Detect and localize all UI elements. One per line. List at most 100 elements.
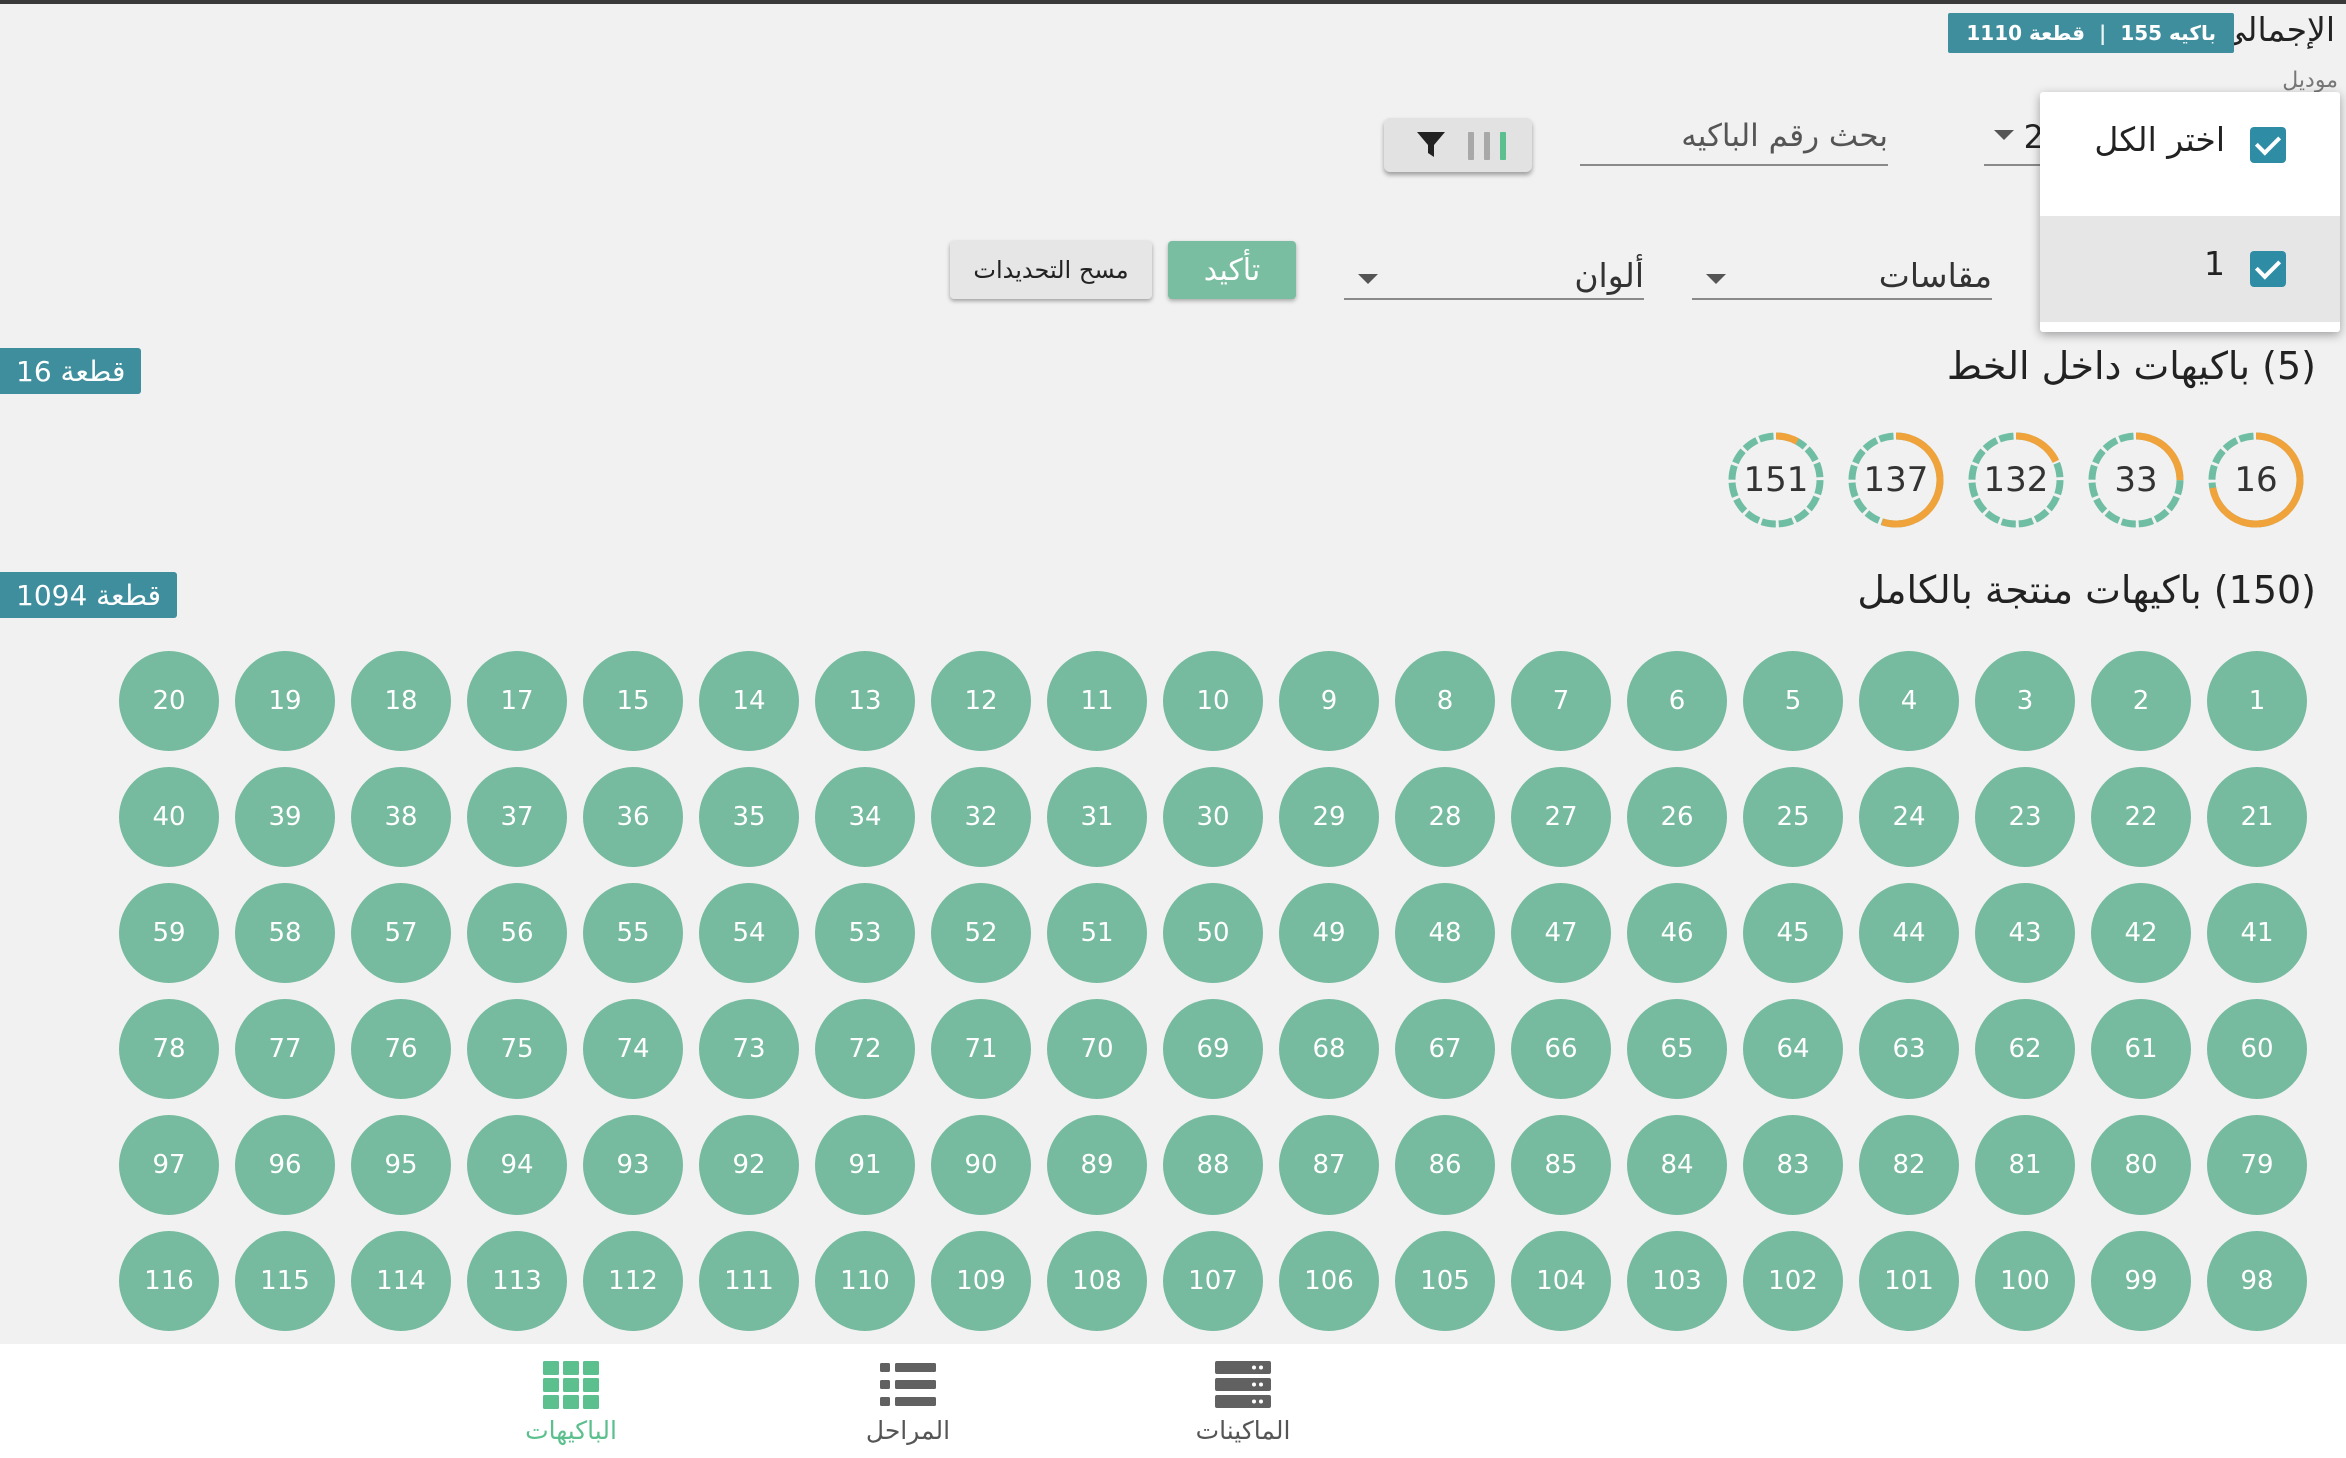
batch-circle[interactable]: 111 bbox=[699, 1231, 799, 1331]
batch-circle[interactable]: 70 bbox=[1047, 999, 1147, 1099]
inline-batch-ring[interactable]: 33 bbox=[2086, 430, 2186, 530]
batch-circle[interactable]: 105 bbox=[1395, 1231, 1495, 1331]
batch-search-input[interactable] bbox=[1580, 108, 1888, 166]
checkbox-checked-icon[interactable] bbox=[2250, 251, 2286, 287]
batch-circle[interactable]: 85 bbox=[1511, 1115, 1611, 1215]
option-select-all[interactable]: اختر الكل bbox=[2040, 92, 2340, 198]
batch-circle[interactable]: 74 bbox=[583, 999, 683, 1099]
batch-circle[interactable]: 36 bbox=[583, 767, 683, 867]
batch-circle[interactable]: 92 bbox=[699, 1115, 799, 1215]
batch-circle[interactable]: 8 bbox=[1395, 651, 1495, 751]
batch-circle[interactable]: 34 bbox=[815, 767, 915, 867]
batch-circle[interactable]: 78 bbox=[119, 999, 219, 1099]
batch-circle[interactable]: 17 bbox=[467, 651, 567, 751]
batch-circle[interactable]: 100 bbox=[1975, 1231, 2075, 1331]
batch-circle[interactable]: 89 bbox=[1047, 1115, 1147, 1215]
batch-circle[interactable]: 99 bbox=[2091, 1231, 2191, 1331]
batch-circle[interactable]: 24 bbox=[1859, 767, 1959, 867]
model-select[interactable]: 2 bbox=[1984, 110, 2044, 166]
batch-circle[interactable]: 41 bbox=[2207, 883, 2307, 983]
batch-circle[interactable]: 84 bbox=[1627, 1115, 1727, 1215]
batch-circle[interactable]: 46 bbox=[1627, 883, 1727, 983]
nav-stages[interactable]: المراحل bbox=[828, 1360, 988, 1445]
batch-circle[interactable]: 80 bbox=[2091, 1115, 2191, 1215]
batch-circle[interactable]: 88 bbox=[1163, 1115, 1263, 1215]
batch-circle[interactable]: 35 bbox=[699, 767, 799, 867]
batch-circle[interactable]: 22 bbox=[2091, 767, 2191, 867]
batch-circle[interactable]: 2 bbox=[2091, 651, 2191, 751]
batch-circle[interactable]: 112 bbox=[583, 1231, 683, 1331]
batch-circle[interactable]: 57 bbox=[351, 883, 451, 983]
batch-circle[interactable]: 101 bbox=[1859, 1231, 1959, 1331]
batch-circle[interactable]: 3 bbox=[1975, 651, 2075, 751]
batch-circle[interactable]: 69 bbox=[1163, 999, 1263, 1099]
batch-circle[interactable]: 51 bbox=[1047, 883, 1147, 983]
batch-circle[interactable]: 19 bbox=[235, 651, 335, 751]
batch-circle[interactable]: 86 bbox=[1395, 1115, 1495, 1215]
batch-circle[interactable]: 37 bbox=[467, 767, 567, 867]
batch-circle[interactable]: 5 bbox=[1743, 651, 1843, 751]
batch-circle[interactable]: 13 bbox=[815, 651, 915, 751]
filter-toggle-button[interactable] bbox=[1384, 118, 1532, 172]
batch-circle[interactable]: 11 bbox=[1047, 651, 1147, 751]
batch-circle[interactable]: 47 bbox=[1511, 883, 1611, 983]
nav-batches[interactable]: الباكيهات bbox=[491, 1360, 651, 1445]
batch-circle[interactable]: 87 bbox=[1279, 1115, 1379, 1215]
batch-circle[interactable]: 32 bbox=[931, 767, 1031, 867]
confirm-button[interactable]: تأكيد bbox=[1168, 241, 1296, 299]
batch-circle[interactable]: 77 bbox=[235, 999, 335, 1099]
batch-circle[interactable]: 50 bbox=[1163, 883, 1263, 983]
batch-circle[interactable]: 58 bbox=[235, 883, 335, 983]
batch-circle[interactable]: 81 bbox=[1975, 1115, 2075, 1215]
batch-circle[interactable]: 79 bbox=[2207, 1115, 2307, 1215]
batch-circle[interactable]: 67 bbox=[1395, 999, 1495, 1099]
batch-circle[interactable]: 52 bbox=[931, 883, 1031, 983]
batch-circle[interactable]: 93 bbox=[583, 1115, 683, 1215]
batch-circle[interactable]: 39 bbox=[235, 767, 335, 867]
batch-circle[interactable]: 44 bbox=[1859, 883, 1959, 983]
option-1[interactable]: 1 bbox=[2040, 216, 2340, 322]
batch-circle[interactable]: 108 bbox=[1047, 1231, 1147, 1331]
batch-circle[interactable]: 6 bbox=[1627, 651, 1727, 751]
batch-circle[interactable]: 18 bbox=[351, 651, 451, 751]
batch-circle[interactable]: 53 bbox=[815, 883, 915, 983]
batch-circle[interactable]: 56 bbox=[467, 883, 567, 983]
clear-selections-button[interactable]: مسح التحديدات bbox=[950, 241, 1152, 299]
batch-circle[interactable]: 96 bbox=[235, 1115, 335, 1215]
batch-circle[interactable]: 12 bbox=[931, 651, 1031, 751]
inline-batch-ring[interactable]: 132 bbox=[1966, 430, 2066, 530]
batch-circle[interactable]: 116 bbox=[119, 1231, 219, 1331]
nav-machines[interactable]: الماكينات bbox=[1163, 1360, 1323, 1445]
batch-circle[interactable]: 7 bbox=[1511, 651, 1611, 751]
batch-circle[interactable]: 73 bbox=[699, 999, 799, 1099]
batch-circle[interactable]: 28 bbox=[1395, 767, 1495, 867]
batch-circle[interactable]: 40 bbox=[119, 767, 219, 867]
batch-circle[interactable]: 10 bbox=[1163, 651, 1263, 751]
batch-circle[interactable]: 68 bbox=[1279, 999, 1379, 1099]
batch-circle[interactable]: 71 bbox=[931, 999, 1031, 1099]
batch-circle[interactable]: 61 bbox=[2091, 999, 2191, 1099]
checkbox-checked-icon[interactable] bbox=[2250, 127, 2286, 163]
batch-circle[interactable]: 95 bbox=[351, 1115, 451, 1215]
batch-circle[interactable]: 115 bbox=[235, 1231, 335, 1331]
batch-circle[interactable]: 104 bbox=[1511, 1231, 1611, 1331]
batch-circle[interactable]: 14 bbox=[699, 651, 799, 751]
batch-circle[interactable]: 9 bbox=[1279, 651, 1379, 751]
batch-circle[interactable]: 45 bbox=[1743, 883, 1843, 983]
batch-circle[interactable]: 106 bbox=[1279, 1231, 1379, 1331]
batch-circle[interactable]: 27 bbox=[1511, 767, 1611, 867]
batch-circle[interactable]: 107 bbox=[1163, 1231, 1263, 1331]
batch-circle[interactable]: 60 bbox=[2207, 999, 2307, 1099]
batch-circle[interactable]: 38 bbox=[351, 767, 451, 867]
batch-circle[interactable]: 31 bbox=[1047, 767, 1147, 867]
colors-dropdown[interactable]: ألوان bbox=[1344, 254, 1644, 300]
batch-circle[interactable]: 30 bbox=[1163, 767, 1263, 867]
batch-circle[interactable]: 64 bbox=[1743, 999, 1843, 1099]
batch-circle[interactable]: 63 bbox=[1859, 999, 1959, 1099]
batch-circle[interactable]: 49 bbox=[1279, 883, 1379, 983]
batch-circle[interactable]: 90 bbox=[931, 1115, 1031, 1215]
batch-circle[interactable]: 103 bbox=[1627, 1231, 1727, 1331]
batch-circle[interactable]: 1 bbox=[2207, 651, 2307, 751]
batch-circle[interactable]: 23 bbox=[1975, 767, 2075, 867]
inline-batch-ring[interactable]: 151 bbox=[1726, 430, 1826, 530]
